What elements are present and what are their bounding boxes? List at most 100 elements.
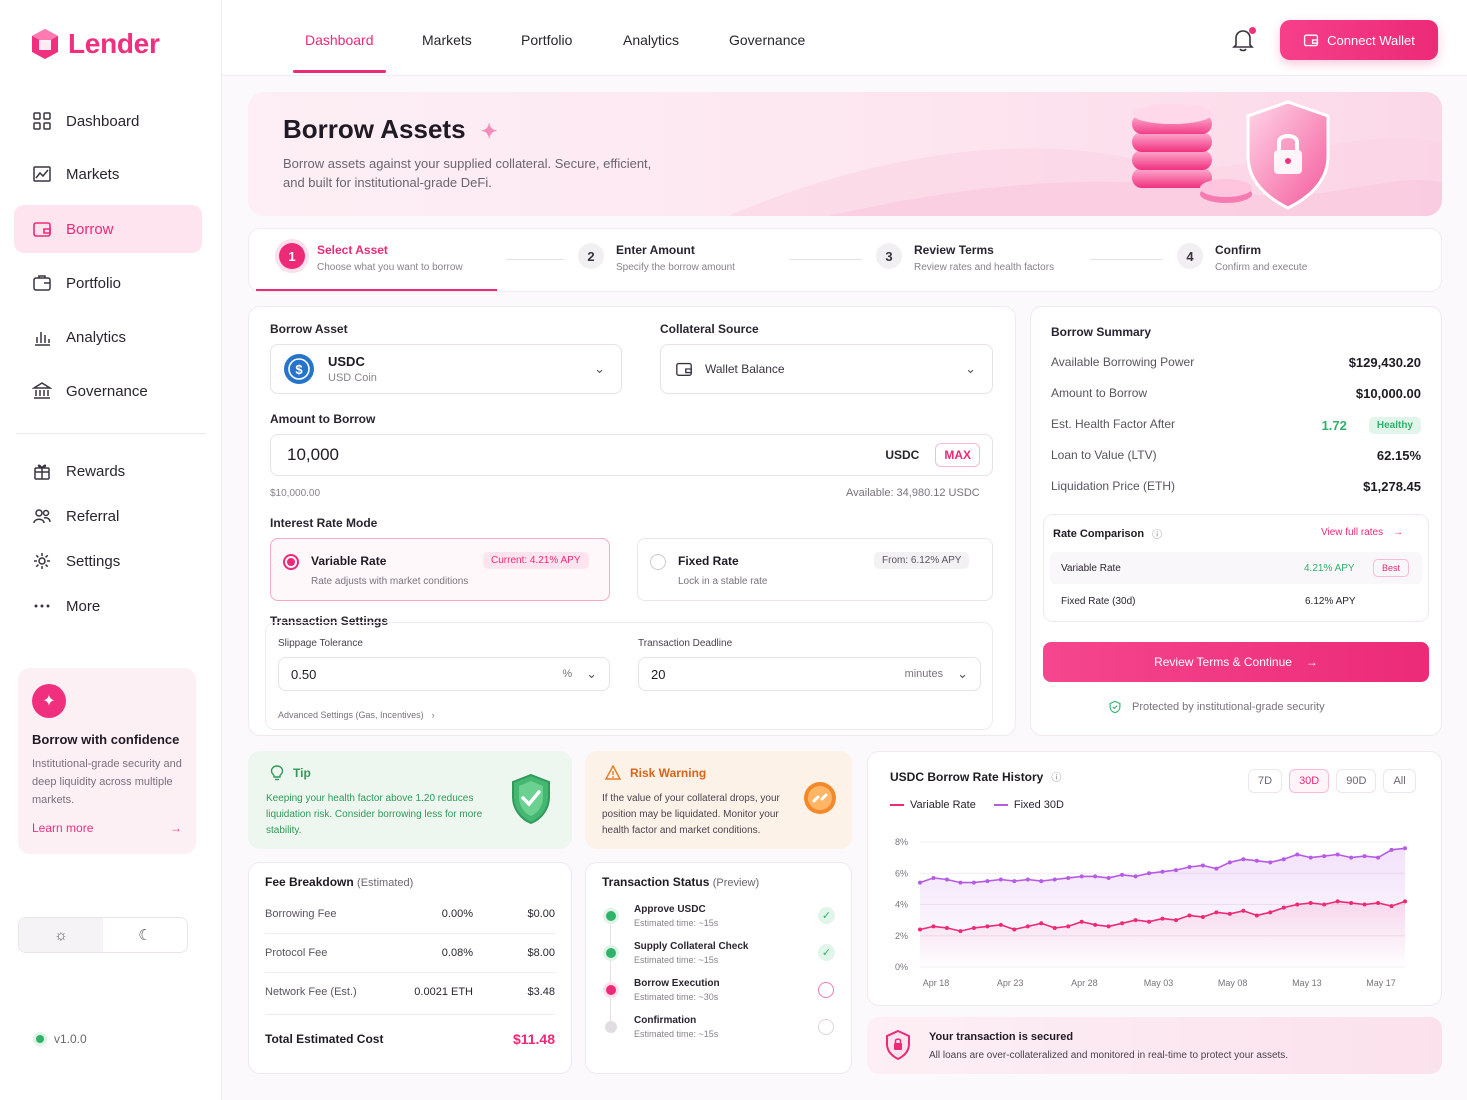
data-point (1133, 874, 1138, 879)
rate-row-value: 6.12% APY (1305, 596, 1356, 607)
range-30d[interactable]: 30D (1289, 769, 1330, 793)
x-tick-label: May 17 (1366, 978, 1396, 988)
sidebar-item-portfolio[interactable]: Portfolio (14, 259, 202, 307)
moon-icon[interactable]: ☾ (103, 918, 187, 952)
y-tick-label: 8% (895, 837, 908, 847)
data-point (918, 927, 922, 932)
data-point (1322, 902, 1327, 907)
shield-check-icon (512, 773, 550, 825)
connect-wallet-button[interactable]: Connect Wallet (1280, 20, 1438, 60)
sidebar-item-analytics[interactable]: Analytics (14, 313, 202, 361)
range-selector: 7D 30D 90D All (1248, 769, 1416, 793)
range-7d[interactable]: 7D (1248, 769, 1283, 793)
data-point (1133, 918, 1138, 923)
risk-title: Risk Warning (630, 766, 707, 780)
sidebar-item-borrow[interactable]: Borrow (14, 205, 202, 253)
data-point (1106, 924, 1111, 929)
sidebar-item-settings[interactable]: Settings (14, 537, 202, 585)
tab-portfolio[interactable]: Portfolio (521, 32, 572, 48)
summary-value: $10,000.00 (1355, 386, 1421, 401)
summary-value: 62.15% (1376, 448, 1421, 463)
data-point (1173, 918, 1178, 923)
tab-dashboard[interactable]: Dashboard (305, 32, 374, 48)
slippage-select[interactable]: 0.50 % ⌄ (278, 657, 610, 691)
divider (265, 972, 555, 973)
fee-amount: $0.00 (527, 908, 555, 920)
sidebar-item-governance[interactable]: Governance (14, 367, 202, 415)
borrow-asset-select[interactable]: $ USDC USD Coin ⌄ (270, 344, 622, 394)
sidebar-item-label: Rewards (66, 462, 126, 480)
view-full-rates-label: View full rates (1321, 527, 1384, 538)
tab-governance[interactable]: Governance (729, 32, 805, 48)
pending-ring-icon (818, 1019, 834, 1035)
data-point (1389, 847, 1394, 852)
data-point (1052, 877, 1057, 882)
active-tab-indicator (293, 70, 386, 73)
collateral-source-select[interactable]: Wallet Balance ⌄ (660, 344, 993, 394)
review-terms-button[interactable]: Review Terms & Continue → (1043, 642, 1429, 682)
data-point (1403, 846, 1407, 851)
brand-logo[interactable]: Lender (30, 28, 160, 60)
fee-rate: 0.08% (441, 947, 473, 959)
fixed-rate-option[interactable]: Fixed Rate Lock in a stable rate From: 6… (637, 538, 993, 601)
max-button[interactable]: MAX (935, 443, 980, 467)
summary-value: $1,278.45 (1363, 479, 1421, 494)
fee-rate: 0.00% (441, 908, 473, 920)
data-point (998, 922, 1003, 927)
tip-title: Tip (293, 766, 311, 780)
collateral-value: Wallet Balance (705, 362, 785, 376)
variable-rate-option[interactable]: Variable Rate Rate adjusts with market c… (270, 538, 610, 601)
step-subtitle: Choose what you want to borrow (317, 262, 463, 273)
step-2[interactable]: 2 Enter Amount Specify the borrow amount (578, 243, 735, 273)
sidebar-item-label: Borrow (66, 220, 114, 238)
arrow-right-icon: → (1393, 527, 1404, 538)
sidebar-item-label: Settings (66, 552, 121, 570)
deadline-value: 20 (651, 666, 666, 682)
data-point (1349, 900, 1354, 905)
radio-selected[interactable] (283, 554, 299, 570)
fee-row: Borrowing Fee 0.00% $0.00 (265, 908, 555, 920)
view-full-rates-link[interactable]: View full rates → (1321, 527, 1403, 538)
step-1[interactable]: 1 Select Asset Choose what you want to b… (279, 243, 463, 273)
range-90d[interactable]: 90D (1336, 769, 1377, 793)
sun-icon[interactable]: ☼ (19, 918, 103, 952)
sidebar-item-more[interactable]: More (14, 582, 202, 630)
fee-label: Network Fee (Est.) (265, 986, 357, 998)
y-tick-label: 6% (895, 868, 908, 878)
amount-value: 10,000 (287, 445, 339, 464)
radio-unselected[interactable] (650, 554, 666, 570)
fee-total-label: Total Estimated Cost (265, 1032, 384, 1046)
amount-input[interactable]: 10,000 USDC MAX (270, 434, 993, 476)
advanced-settings-link[interactable]: Advanced Settings (Gas, Incentives) › (278, 710, 435, 720)
gift-icon (34, 464, 50, 480)
data-point (1268, 860, 1273, 865)
step-number: 4 (1177, 243, 1203, 269)
learn-more-link[interactable]: Learn more → (32, 821, 182, 835)
sidebar-item-markets[interactable]: Markets (14, 150, 202, 198)
sidebar-item-dashboard[interactable]: Dashboard (14, 97, 202, 145)
data-point (1281, 905, 1286, 910)
sidebar-item-rewards[interactable]: Rewards (14, 447, 202, 495)
fee-row: Protocol Fee 0.08% $8.00 (265, 947, 555, 959)
broken-link-icon (804, 782, 836, 814)
range-all[interactable]: All (1383, 769, 1416, 793)
data-point (944, 877, 949, 882)
step-4[interactable]: 4 Confirm Confirm and execute (1177, 243, 1307, 273)
step-connector (790, 259, 862, 260)
tab-analytics[interactable]: Analytics (623, 32, 679, 48)
data-point (971, 880, 976, 885)
data-point (1079, 919, 1084, 924)
tab-markets[interactable]: Markets (422, 32, 472, 48)
data-point (1322, 854, 1327, 859)
step-3[interactable]: 3 Review Terms Review rates and health f… (876, 243, 1054, 273)
deadline-select[interactable]: 20 minutes ⌄ (638, 657, 981, 691)
data-point (1214, 910, 1219, 915)
best-badge: Best (1373, 559, 1410, 577)
sidebar-item-referral[interactable]: Referral (14, 492, 202, 540)
status-item: Borrow Execution Estimated time: ~30s (634, 978, 720, 1002)
legend-swatch (890, 804, 904, 806)
theme-toggle[interactable]: ☼ ☾ (18, 917, 188, 953)
data-point (1039, 921, 1044, 926)
data-point (1268, 910, 1273, 915)
check-icon: ✓ (818, 944, 835, 961)
